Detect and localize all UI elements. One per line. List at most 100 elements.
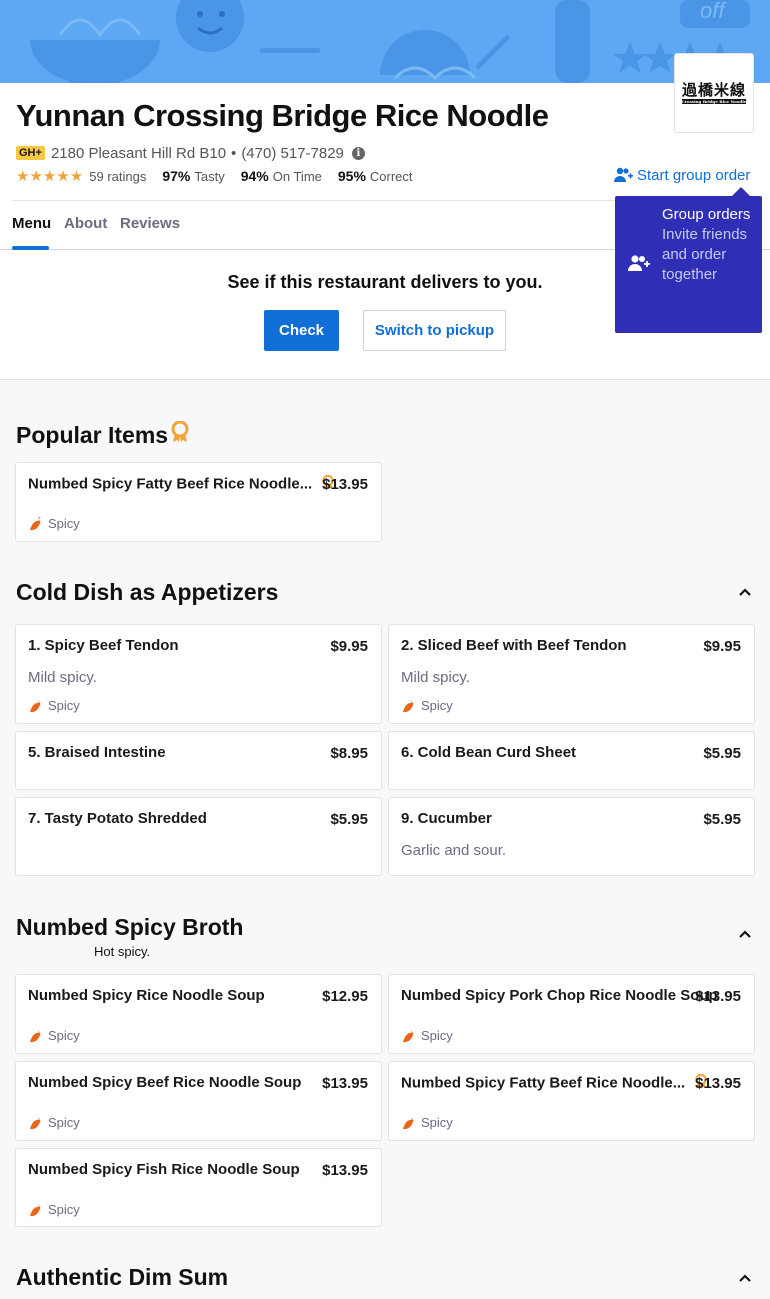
item-name: Numbed Spicy Rice Noodle Soup — [28, 987, 265, 1004]
item-description: Garlic and sour. — [401, 842, 507, 859]
item-price: $5.95 — [330, 811, 368, 828]
spicy-label: Spicy — [421, 698, 453, 713]
item-price: $9.95 — [330, 638, 368, 655]
spicy-label: Spicy — [48, 1028, 80, 1043]
section-subtitle: Hot spicy. — [94, 944, 151, 959]
item-name: 1. Spicy Beef Tendon — [28, 637, 179, 654]
add-people-icon — [614, 167, 633, 183]
tab-about[interactable]: About — [64, 215, 107, 232]
chili-pepper-icon — [30, 699, 41, 712]
item-name: 5. Braised Intestine — [28, 744, 166, 761]
item-price: $13.95 — [695, 988, 741, 1005]
spicy-tag: Spicy — [28, 1028, 80, 1043]
spicy-label: Spicy — [48, 516, 80, 531]
item-description: Mild spicy. — [401, 669, 470, 686]
stat-ontime-label: On Time — [272, 168, 322, 184]
item-price: $13.95 — [322, 1162, 368, 1179]
check-delivery-button[interactable]: Check — [264, 310, 339, 351]
stat-ontime-value: 94% — [240, 168, 269, 184]
item-price: $13.95 — [695, 1075, 741, 1092]
menu-item-card[interactable]: Numbed Spicy Fatty Beef Rice Noodle... $… — [15, 462, 382, 542]
tooltip-body: Invite friends and order together — [662, 226, 748, 283]
stat-correct-value: 95% — [337, 168, 366, 184]
item-price: $13.95 — [322, 476, 368, 493]
item-name: 2. Sliced Beef with Beef Tendon — [401, 637, 627, 654]
menu-item-card[interactable]: 5. Braised Intestine $8.95 — [15, 731, 382, 790]
chili-pepper-icon — [403, 1116, 414, 1129]
menu-item-card[interactable]: 6. Cold Bean Curd Sheet $5.95 — [388, 731, 755, 790]
menu-item-card[interactable]: 2. Sliced Beef with Beef Tendon $9.95 Mi… — [388, 624, 755, 724]
menu-item-card[interactable]: 9. Cucumber $5.95 Garlic and sour. — [388, 797, 755, 876]
item-description: Mild spicy. — [28, 669, 97, 686]
spicy-tag: Spicy — [28, 1202, 80, 1217]
chili-pepper-icon — [30, 1203, 41, 1216]
chili-pepper-icon — [30, 516, 41, 530]
restaurant-name: Yunnan Crossing Bridge Rice Noodle — [16, 98, 549, 133]
spicy-tag: Spicy — [401, 1115, 453, 1130]
item-name: 6. Cold Bean Curd Sheet — [401, 744, 577, 761]
spicy-tag: Spicy — [401, 698, 453, 713]
section-title: Popular Items — [16, 421, 169, 448]
item-name: 9. Cucumber — [401, 810, 492, 827]
active-tab-indicator — [12, 246, 49, 250]
spicy-label: Spicy — [421, 1115, 453, 1130]
item-name: Numbed Spicy Fatty Beef Rice Noodle... — [28, 474, 335, 494]
chevron-up-icon[interactable] — [737, 1270, 753, 1286]
section-title: Cold Dish as Appetizers — [16, 579, 279, 605]
menu-item-card[interactable]: Numbed Spicy Beef Rice Noodle Soup $13.9… — [15, 1061, 382, 1141]
grubhub-plus-badge: GH+ — [16, 146, 45, 160]
menu-item-card[interactable]: 7. Tasty Potato Shredded $5.95 — [15, 797, 382, 876]
restaurant-phone[interactable]: (470) 517-7829 — [241, 145, 344, 162]
item-price: $12.95 — [322, 988, 368, 1005]
logo-text: 過橋米線 — [681, 80, 746, 99]
spicy-tag: Spicy — [28, 698, 80, 713]
item-price: $9.95 — [703, 638, 741, 655]
restaurant-logo: 過橋米線 Crossing Bridge Rice Noodle — [674, 53, 754, 133]
rating-stars-icon: ★★★★★ — [16, 168, 84, 185]
info-icon[interactable]: i — [351, 146, 365, 160]
item-price: $5.95 — [703, 811, 741, 828]
spicy-label: Spicy — [48, 698, 80, 713]
header-banner: off — [0, 0, 770, 83]
menu-item-card[interactable]: Numbed Spicy Pork Chop Rice Noodle Soup … — [388, 974, 755, 1054]
start-group-order-link[interactable]: Start group order — [614, 165, 750, 185]
chevron-up-icon[interactable] — [737, 926, 753, 942]
menu-item-card[interactable]: Numbed Spicy Rice Noodle Soup $12.95 Spi… — [15, 974, 382, 1054]
item-price: $5.95 — [703, 745, 741, 762]
address-row: GH+ 2180 Pleasant Hill Rd B10 • (470) 51… — [16, 143, 365, 163]
tooltip-title: Group orders — [662, 206, 751, 223]
menu-item-card[interactable]: 1. Spicy Beef Tendon $9.95 Mild spicy. S… — [15, 624, 382, 724]
spicy-tag: Spicy — [28, 1115, 80, 1130]
item-name: Numbed Spicy Fish Rice Noodle Soup — [28, 1161, 300, 1178]
chevron-up-icon[interactable] — [737, 584, 753, 600]
start-group-order-label: Start group order — [637, 166, 751, 184]
separator-dot: • — [231, 144, 237, 162]
item-price: $8.95 — [330, 745, 368, 762]
chili-pepper-icon — [403, 1029, 414, 1042]
item-name: Numbed Spicy Pork Chop Rice Noodle Soup — [401, 987, 718, 1004]
svg-text:off: off — [700, 0, 727, 23]
section-cold-dish: Cold Dish as Appetizers — [16, 579, 278, 606]
section-authentic-dim-sum: Authentic Dim Sum — [16, 1264, 228, 1291]
spicy-label: Spicy — [421, 1028, 453, 1043]
banner-pattern: off — [30, 0, 750, 83]
tab-reviews[interactable]: Reviews — [120, 215, 180, 232]
stats-row: ★★★★★ 59 ratings 97% Tasty 94% On Time 9… — [16, 166, 429, 186]
stat-tasty-value: 97% — [162, 168, 191, 184]
award-ribbon-icon — [171, 420, 189, 449]
stat-tasty-label: Tasty — [194, 168, 225, 184]
spicy-tag: Spicy — [401, 1028, 453, 1043]
switch-to-pickup-button[interactable]: Switch to pickup — [363, 310, 506, 351]
spicy-tag: Spicy — [28, 516, 80, 531]
menu-item-card[interactable]: Numbed Spicy Fish Rice Noodle Soup $13.9… — [15, 1148, 382, 1227]
ratings-count[interactable]: 59 ratings — [89, 169, 146, 184]
spicy-label: Spicy — [48, 1115, 80, 1130]
section-title: Numbed Spicy Broth — [16, 914, 244, 940]
chili-pepper-icon — [403, 699, 414, 712]
tab-menu[interactable]: Menu — [12, 215, 51, 232]
item-price: $13.95 — [322, 1075, 368, 1092]
section-numbed-spicy-broth: Numbed Spicy Broth — [16, 914, 243, 941]
item-name: Numbed Spicy Fatty Beef Rice Noodle... — [401, 1073, 708, 1093]
menu-item-card[interactable]: Numbed Spicy Fatty Beef Rice Noodle... $… — [388, 1061, 755, 1141]
logo-subtext: Crossing Bridge Rice Noodle — [681, 98, 747, 104]
